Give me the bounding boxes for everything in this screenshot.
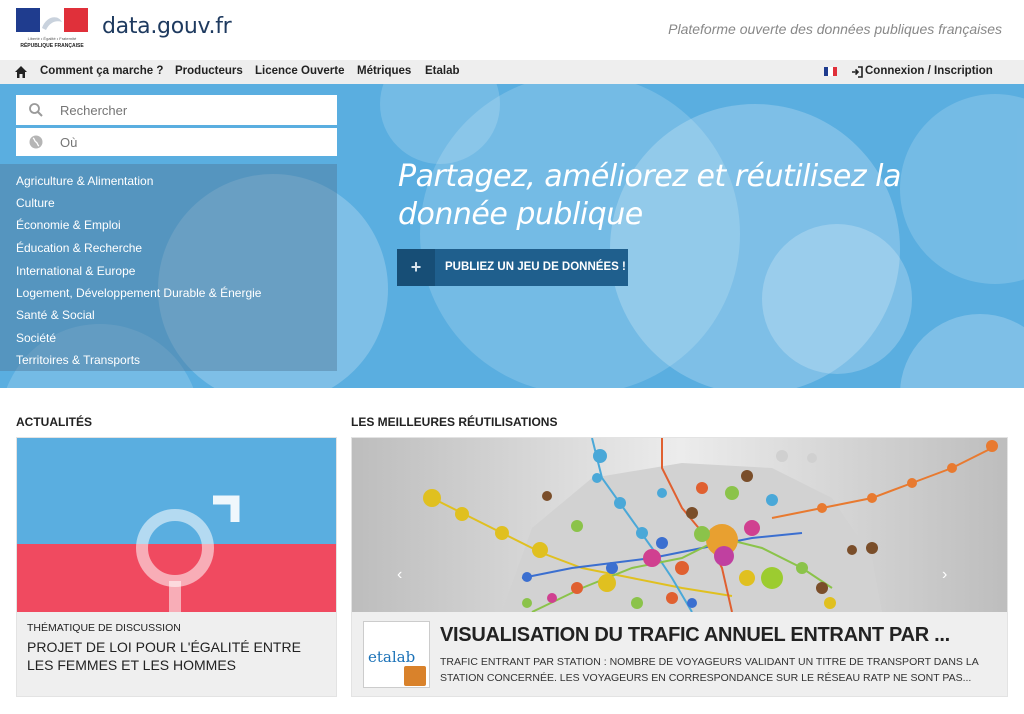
topic-link[interactable]: Culture xyxy=(16,196,55,210)
globe-icon xyxy=(29,135,43,149)
location-box xyxy=(16,128,337,156)
metro-traffic-visualization[interactable] xyxy=(352,438,1008,612)
search-icon xyxy=(29,103,43,117)
nav-item-how-it-works[interactable]: Comment ça marche ? xyxy=(40,65,163,77)
reuse-title[interactable]: VISUALISATION DU TRAFIC ANNUEL ENTRANT P… xyxy=(440,624,950,647)
nav-item-etalab[interactable]: Etalab xyxy=(425,65,460,77)
topic-link[interactable]: International & Europe xyxy=(16,264,135,278)
news-card[interactable]: THÉMATIQUE DE DISCUSSION PROJET DE LOI P… xyxy=(16,437,337,697)
search-input[interactable] xyxy=(60,95,330,125)
avatar xyxy=(404,666,426,686)
carousel-prev-arrow[interactable]: ‹ xyxy=(397,566,402,584)
topic-link[interactable]: Territoires & Transports xyxy=(16,353,140,367)
location-input[interactable] xyxy=(60,128,330,156)
hero-bubble xyxy=(900,314,1024,388)
reuse-carousel: ‹ › etalab VISUALISATION DU TRAFIC ANNUE… xyxy=(351,437,1008,697)
news-kicker: THÉMATIQUE DE DISCUSSION xyxy=(27,622,181,634)
search-box xyxy=(16,95,337,125)
site-header: Liberté • Égalité • Fraternité RÉPUBLIQU… xyxy=(0,0,1024,60)
hero-banner: Agriculture & Alimentation Culture Écono… xyxy=(0,84,1024,388)
site-name[interactable]: data.gouv.fr xyxy=(102,14,232,39)
site-tagline: Plateforme ouverte des données publiques… xyxy=(668,21,1002,37)
topic-link[interactable]: Économie & Emploi xyxy=(16,218,121,232)
topic-link[interactable]: Logement, Développement Durable & Énergi… xyxy=(16,286,261,300)
login-link[interactable]: Connexion / Inscription xyxy=(865,65,993,77)
topics-list: Agriculture & Alimentation Culture Écono… xyxy=(0,164,337,371)
topic-link[interactable]: Agriculture & Alimentation xyxy=(16,174,153,188)
news-headline[interactable]: PROJET DE LOI POUR L'ÉGALITÉ ENTRE LES F… xyxy=(27,638,327,674)
main-nav: Comment ça marche ? Producteurs Licence … xyxy=(0,60,1024,84)
topic-link[interactable]: Éducation & Recherche xyxy=(16,241,142,255)
gender-symbol-icon xyxy=(136,495,240,618)
reuse-description: TRAFIC ENTRANT PAR STATION : NOMBRE DE V… xyxy=(440,656,979,684)
logo-republic: RÉPUBLIQUE FRANÇAISE xyxy=(20,41,84,49)
french-flag-icon[interactable] xyxy=(824,67,837,76)
etalab-logo-text: etalab xyxy=(368,648,416,666)
topic-link[interactable]: Santé & Social xyxy=(16,308,95,322)
news-section-title: ACTUALITÉS xyxy=(16,415,92,429)
carousel-next-arrow[interactable]: › xyxy=(942,566,947,584)
plus-icon: + xyxy=(397,249,435,286)
nav-item-metrics[interactable]: Métriques xyxy=(357,65,411,77)
reuse-caption: etalab VISUALISATION DU TRAFIC ANNUEL EN… xyxy=(352,612,1007,696)
login-icon xyxy=(852,66,863,78)
reuses-section-title: LES MEILLEURES RÉUTILISATIONS xyxy=(351,415,558,429)
nav-item-license[interactable]: Licence Ouverte xyxy=(255,65,344,77)
logo-motto: Liberté • Égalité • Fraternité xyxy=(28,36,78,41)
hero-bubble xyxy=(762,224,912,374)
reuse-author-thumbnail[interactable]: etalab xyxy=(363,621,430,688)
marianne-logo[interactable]: Liberté • Égalité • Fraternité RÉPUBLIQU… xyxy=(16,8,88,50)
news-caption: THÉMATIQUE DE DISCUSSION PROJET DE LOI P… xyxy=(17,612,336,696)
topic-link[interactable]: Société xyxy=(16,331,56,345)
publish-dataset-label: PUBLIEZ UN JEU DE DONNÉES ! xyxy=(445,261,626,273)
hero-title: Partagez, améliorez et réutilisez la don… xyxy=(398,159,901,232)
home-icon[interactable] xyxy=(14,65,28,79)
nav-item-producers[interactable]: Producteurs xyxy=(175,65,243,77)
publish-dataset-button[interactable]: + PUBLIEZ UN JEU DE DONNÉES ! xyxy=(397,249,628,286)
